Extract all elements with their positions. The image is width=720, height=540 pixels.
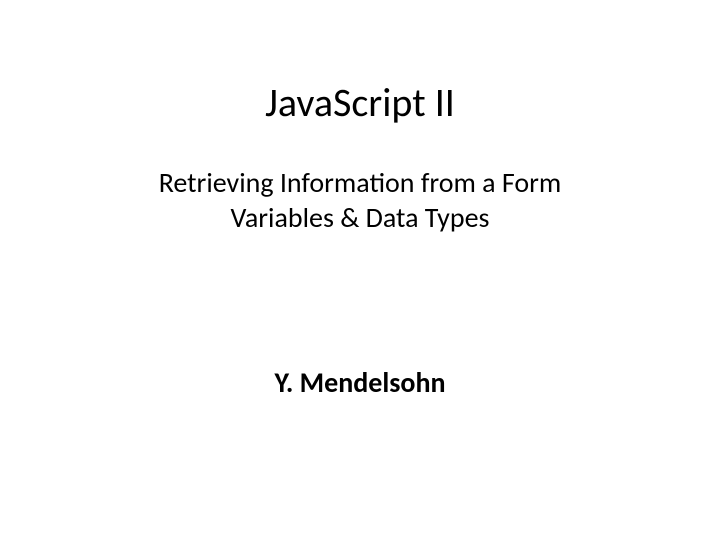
- subtitle-line-2: Variables & Data Types: [159, 200, 562, 235]
- slide-title: JavaScript II: [265, 78, 455, 127]
- slide-subtitle: Retrieving Information from a Form Varia…: [159, 165, 562, 235]
- subtitle-line-1: Retrieving Information from a Form: [159, 165, 562, 200]
- slide-container: JavaScript II Retrieving Information fro…: [0, 0, 720, 540]
- slide-author: Y. Mendelsohn: [274, 365, 445, 400]
